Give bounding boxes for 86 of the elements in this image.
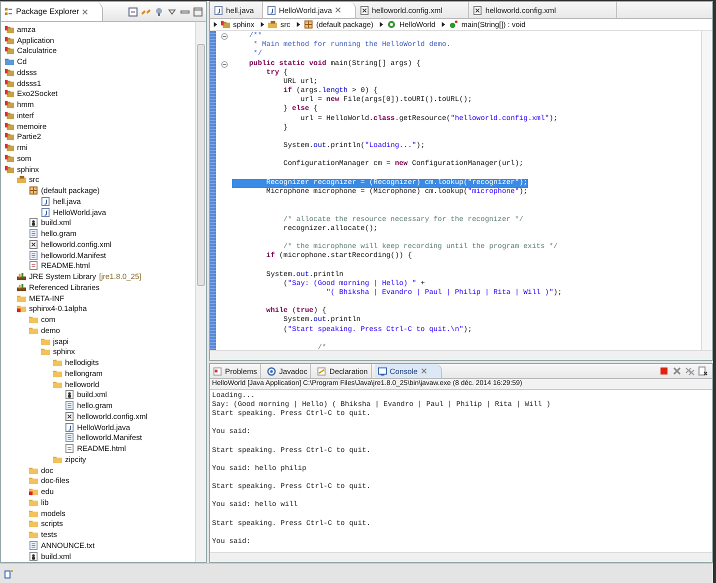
java-file-icon bbox=[214, 6, 223, 14]
library-icon bbox=[17, 282, 26, 292]
xml-file-icon bbox=[29, 240, 38, 249]
project-folder-icon bbox=[5, 100, 14, 110]
remove-icon[interactable] bbox=[672, 366, 682, 376]
view-tab[interactable]: Package Explorer bbox=[1, 2, 104, 21]
scrollbar[interactable] bbox=[195, 22, 206, 562]
folder-icon bbox=[5, 57, 14, 66]
java-file-icon bbox=[266, 6, 276, 14]
project-folder-icon bbox=[5, 89, 14, 98]
fold-icon[interactable] bbox=[220, 33, 228, 40]
project-folder-icon bbox=[5, 132, 14, 142]
project-folder-icon bbox=[5, 78, 14, 88]
folder-icon bbox=[53, 380, 62, 389]
project-folder-icon bbox=[5, 122, 14, 131]
scrollbar[interactable] bbox=[210, 552, 712, 562]
scrollbar[interactable] bbox=[210, 350, 712, 360]
package-icon bbox=[304, 20, 314, 29]
java-file-icon bbox=[41, 208, 50, 217]
folder-icon bbox=[29, 530, 38, 540]
breadcrumb-arrow-icon bbox=[296, 21, 302, 28]
at-sign-icon bbox=[267, 366, 276, 376]
clear-console-icon[interactable] bbox=[698, 366, 708, 376]
scrollbar-thumb[interactable] bbox=[197, 44, 205, 286]
fast-view-icon[interactable] bbox=[4, 568, 14, 578]
folder-icon bbox=[29, 315, 38, 324]
folder-icon bbox=[53, 368, 62, 378]
folder-icon bbox=[17, 294, 26, 303]
xml-file-icon bbox=[473, 6, 482, 14]
close-icon[interactable] bbox=[334, 7, 341, 13]
source-folder-icon bbox=[268, 20, 278, 29]
stop-icon[interactable] bbox=[659, 366, 669, 376]
folder-icon bbox=[17, 304, 26, 314]
folder-icon bbox=[29, 326, 38, 335]
project-folder-icon bbox=[5, 110, 14, 120]
problems-icon bbox=[213, 366, 222, 376]
folder-icon bbox=[29, 466, 38, 475]
collapse-all-icon[interactable] bbox=[128, 6, 138, 16]
html-file-icon bbox=[65, 444, 74, 454]
project-folder-icon bbox=[5, 46, 14, 56]
folder-icon bbox=[29, 498, 38, 507]
folder-icon bbox=[53, 454, 62, 464]
breadcrumb-arrow-icon bbox=[260, 21, 266, 28]
folder-icon bbox=[29, 508, 38, 518]
text-file-icon bbox=[65, 401, 74, 410]
project-folder-icon bbox=[221, 20, 230, 29]
folder-icon bbox=[29, 476, 38, 486]
ant-file-icon bbox=[65, 390, 74, 400]
project-folder-icon bbox=[5, 68, 14, 77]
package-icon bbox=[29, 186, 38, 196]
text-file-icon bbox=[29, 250, 38, 260]
text-file-icon bbox=[65, 433, 74, 442]
text-file-icon bbox=[29, 229, 38, 238]
folder-icon bbox=[41, 347, 50, 356]
xml-file-icon bbox=[360, 6, 369, 14]
view-title: Package Explorer bbox=[16, 7, 80, 16]
java-file-icon bbox=[41, 196, 50, 206]
breadcrumb-arrow-icon bbox=[213, 21, 218, 28]
text-file-icon bbox=[29, 540, 38, 550]
project-folder-icon bbox=[5, 154, 14, 163]
package-explorer-icon bbox=[4, 7, 13, 16]
folder-icon bbox=[41, 336, 50, 346]
view-menu-icon[interactable] bbox=[167, 6, 177, 16]
folder-icon bbox=[29, 487, 38, 496]
breadcrumb-arrow-icon bbox=[441, 21, 446, 28]
project-folder-icon bbox=[5, 143, 14, 152]
folder-icon bbox=[29, 519, 38, 528]
project-folder-icon bbox=[5, 24, 14, 34]
ant-file-icon bbox=[29, 218, 38, 228]
xml-file-icon bbox=[65, 412, 74, 421]
project-folder-icon bbox=[5, 36, 14, 45]
source-folder-icon bbox=[17, 175, 26, 184]
breadcrumb-arrow-icon bbox=[379, 21, 384, 28]
close-icon[interactable] bbox=[420, 368, 427, 374]
class-icon bbox=[387, 20, 396, 29]
folder-icon bbox=[53, 358, 62, 368]
maximize-icon[interactable] bbox=[193, 6, 203, 16]
library-icon bbox=[17, 272, 26, 282]
console-icon bbox=[378, 366, 387, 376]
method-icon bbox=[449, 20, 458, 29]
declaration-icon bbox=[317, 366, 326, 376]
java-file-icon bbox=[65, 422, 74, 432]
close-icon[interactable] bbox=[82, 8, 88, 14]
project-folder-icon bbox=[5, 164, 14, 174]
html-file-icon bbox=[29, 261, 38, 270]
fold-icon[interactable] bbox=[220, 60, 228, 68]
